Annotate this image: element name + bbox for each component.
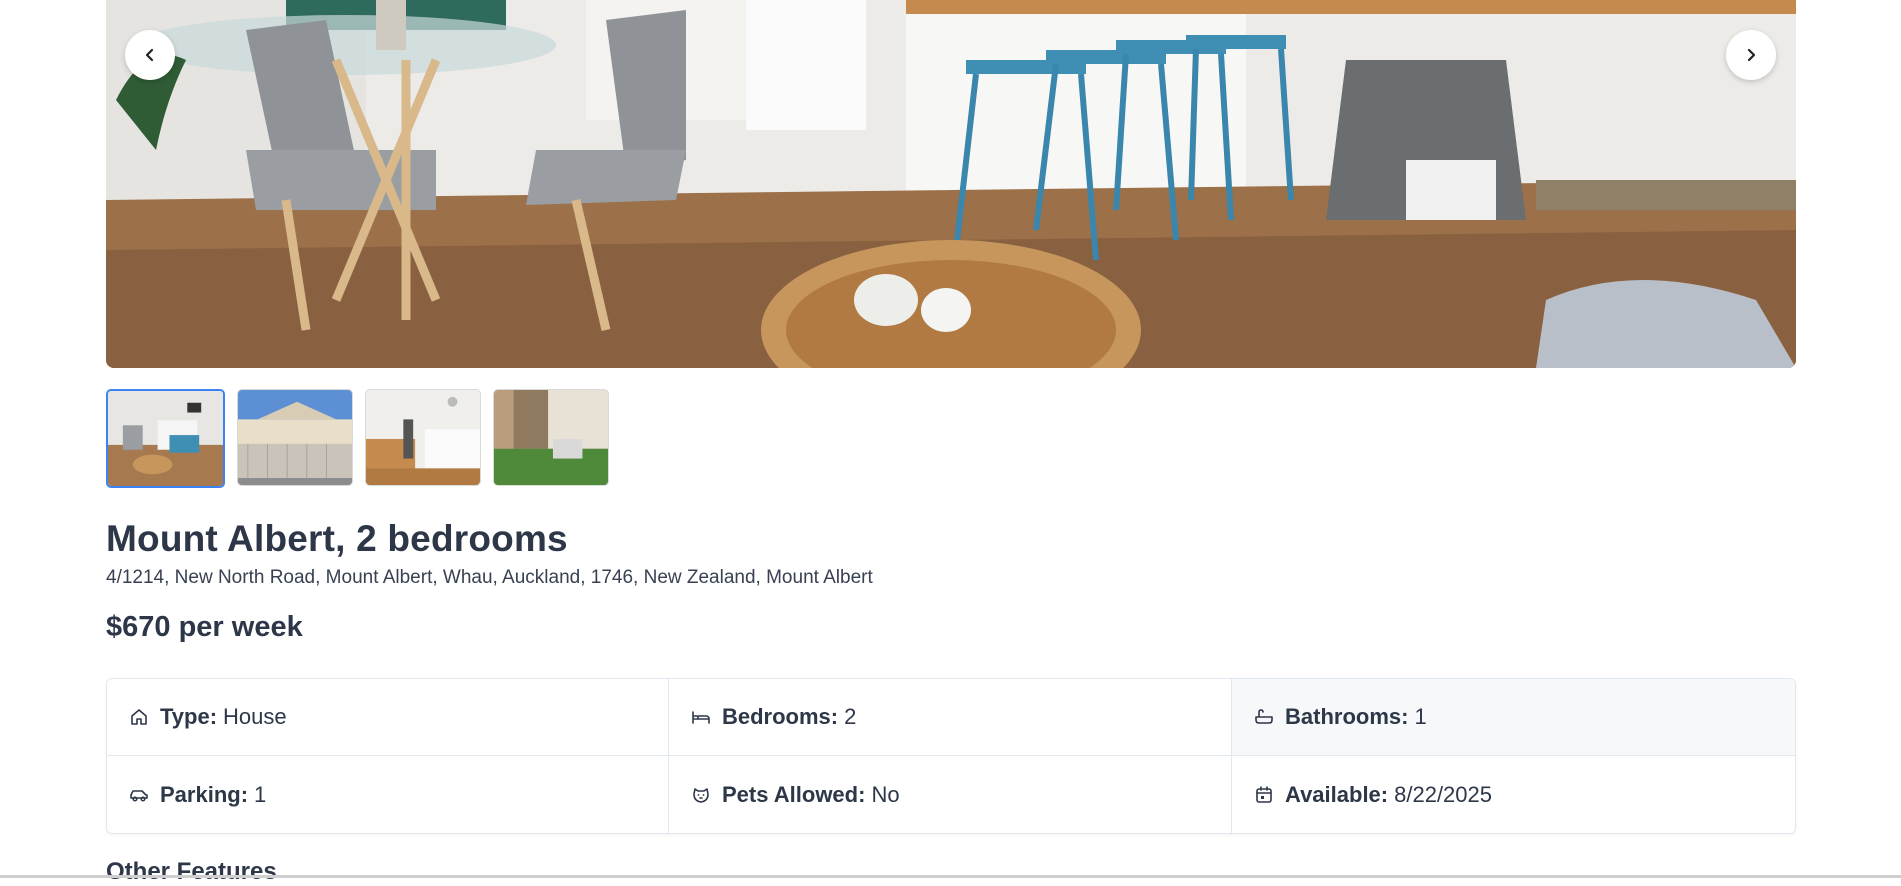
- detail-available-value: 8/22/2025: [1394, 781, 1492, 807]
- chevron-right-icon: [1747, 48, 1756, 62]
- main-photo: [106, 0, 1796, 368]
- detail-type-value: House: [223, 704, 287, 729]
- detail-pets-value: No: [871, 781, 900, 807]
- property-details-grid: Type: House Bedrooms: 2 Bathrooms: 1 Par…: [106, 678, 1796, 834]
- detail-pets: Pets Allowed: No: [669, 756, 1232, 833]
- next-image-button[interactable]: [1726, 30, 1776, 80]
- detail-bedrooms-label: Bedrooms:: [722, 704, 839, 729]
- house-icon: [129, 707, 149, 727]
- main-photo-image: [106, 0, 1796, 368]
- thumbnail-yard-image: [494, 390, 608, 485]
- detail-bathrooms-label: Bathrooms:: [1285, 704, 1409, 729]
- detail-type: Type: House: [107, 679, 669, 756]
- previous-image-button[interactable]: [125, 30, 175, 80]
- detail-parking-value: 1: [254, 781, 267, 807]
- thumbnail-1[interactable]: [106, 389, 225, 488]
- thumbnail-exterior-image: [238, 390, 352, 485]
- listing-price: $670 per week: [106, 611, 303, 643]
- calendar-icon: [1254, 785, 1274, 805]
- listing-address: 4/1214, New North Road, Mount Albert, Wh…: [106, 567, 873, 588]
- detail-bathrooms: Bathrooms: 1: [1232, 679, 1795, 756]
- detail-type-label: Type:: [160, 704, 218, 729]
- thumbnail-kitchen-image: [366, 390, 480, 485]
- thumbnail-living-image: [108, 391, 223, 486]
- detail-bedrooms-value: 2: [844, 704, 857, 729]
- dog-icon: [691, 785, 711, 805]
- detail-available-label: Available:: [1285, 781, 1389, 807]
- detail-bathrooms-value: 1: [1414, 704, 1427, 729]
- thumbnail-4[interactable]: [493, 389, 609, 486]
- detail-pets-label: Pets Allowed:: [722, 781, 866, 807]
- thumbnail-3[interactable]: [365, 389, 481, 486]
- detail-parking-label: Parking:: [160, 781, 249, 807]
- chevron-left-icon: [145, 48, 154, 62]
- listing-title: Mount Albert, 2 bedrooms: [106, 518, 568, 559]
- detail-parking: Parking: 1: [107, 756, 669, 833]
- bed-icon: [691, 707, 711, 727]
- car-icon: [129, 785, 149, 805]
- other-features-heading: Other Features: [106, 858, 277, 885]
- thumbnail-2[interactable]: [237, 389, 353, 486]
- detail-available: Available: 8/22/2025: [1232, 756, 1795, 833]
- bath-icon: [1254, 707, 1274, 727]
- thumbnail-strip: [106, 389, 609, 488]
- detail-bedrooms: Bedrooms: 2: [669, 679, 1232, 756]
